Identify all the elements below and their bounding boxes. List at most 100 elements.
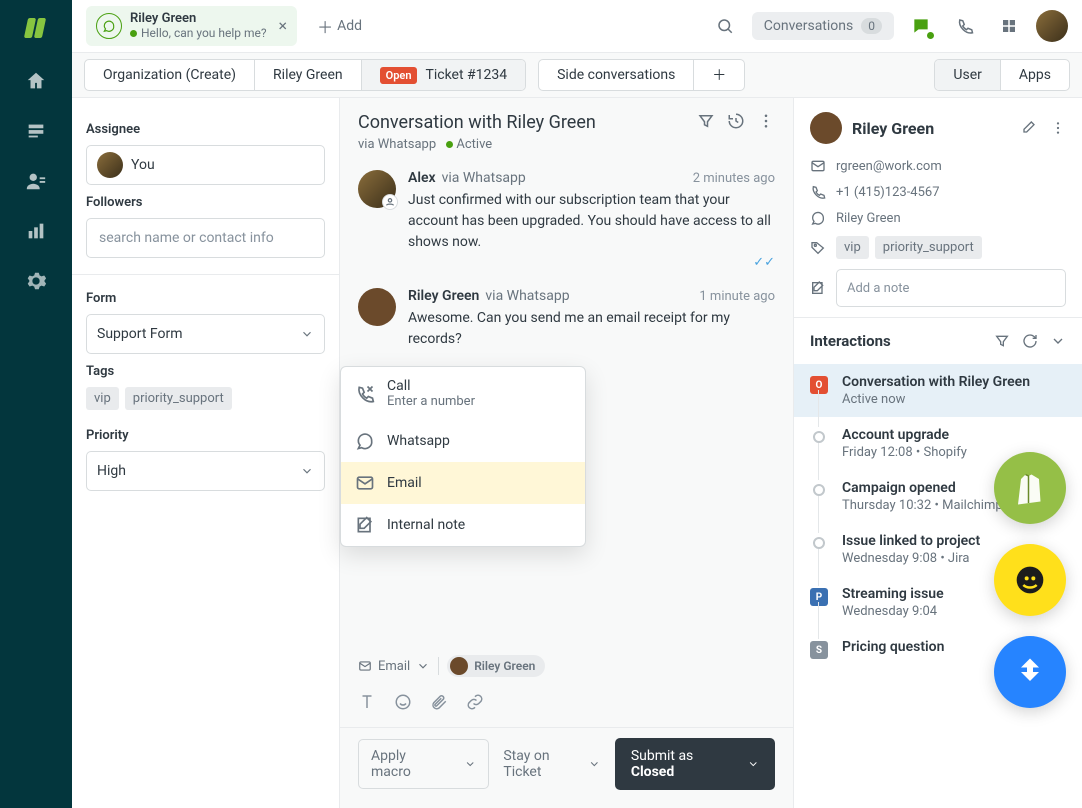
- agent-badge-icon: [382, 194, 398, 210]
- chat-icon[interactable]: [904, 9, 938, 43]
- customers-icon[interactable]: [25, 170, 47, 192]
- panel-tab-user[interactable]: User: [935, 60, 1000, 90]
- channel-call[interactable]: CallEnter a number: [341, 367, 585, 420]
- email-icon: [358, 659, 372, 673]
- conversations-button[interactable]: Conversations 0: [752, 12, 894, 40]
- status-open-icon: O: [810, 376, 828, 394]
- tab-user[interactable]: Riley Green: [255, 60, 362, 90]
- interactions-title: Interactions: [810, 332, 891, 350]
- contact-whatsapp-row[interactable]: Riley Green: [810, 210, 1066, 226]
- followers-input[interactable]: [97, 229, 314, 247]
- ticket-properties: Assignee You Followers Form Support Form…: [72, 98, 340, 808]
- close-icon[interactable]: ×: [279, 16, 288, 35]
- message-item: Riley Green via Whatsapp 1 minute ago Aw…: [358, 288, 775, 350]
- assignee-avatar: [97, 152, 123, 178]
- ticket-tabs: Organization (Create) Riley Green Open T…: [72, 53, 1082, 97]
- brand-logo: [24, 18, 48, 42]
- read-receipt-icon: ✓✓: [408, 255, 775, 270]
- link-icon[interactable]: [466, 693, 484, 711]
- assignee-field[interactable]: You: [86, 145, 325, 185]
- apps-grid-icon[interactable]: [992, 9, 1026, 43]
- chevron-down-icon: [300, 464, 314, 478]
- tag-item[interactable]: priority_support: [125, 387, 232, 410]
- message-author: Riley Green: [408, 288, 479, 304]
- phone-icon[interactable]: [948, 9, 982, 43]
- form-select[interactable]: Support Form: [86, 314, 325, 354]
- conversation-via: via Whatsapp: [358, 137, 436, 152]
- tag-item[interactable]: vip: [86, 387, 119, 410]
- reports-icon[interactable]: [25, 220, 47, 242]
- chevron-down-icon[interactable]: [1050, 333, 1066, 349]
- settings-icon[interactable]: [25, 270, 47, 292]
- topbar: Riley Green Hello, can you help me? × ＋A…: [72, 0, 1082, 53]
- attachment-icon[interactable]: [430, 693, 448, 711]
- text-format-icon[interactable]: [358, 693, 376, 711]
- emoji-icon[interactable]: [394, 693, 412, 711]
- jira-fab[interactable]: [994, 636, 1066, 708]
- conversation-panel: Conversation with Riley Green via Whatsa…: [340, 98, 794, 808]
- more-icon[interactable]: [757, 112, 775, 130]
- more-icon[interactable]: [1050, 120, 1066, 136]
- note-icon: [810, 280, 826, 296]
- channel-internal-note[interactable]: Internal note: [341, 504, 585, 546]
- refresh-icon[interactable]: [1022, 333, 1038, 349]
- tab-subtitle: Hello, can you help me?: [141, 27, 267, 41]
- submit-button[interactable]: Submit as Closed: [615, 738, 775, 790]
- form-label: Form: [86, 291, 325, 306]
- user-avatar[interactable]: [1036, 10, 1068, 42]
- contact-avatar: [810, 112, 842, 144]
- timeline-dot-icon: [813, 537, 825, 549]
- message-time: 2 minutes ago: [693, 171, 775, 186]
- add-tab-button[interactable]: ＋Add: [307, 8, 372, 44]
- tab-title: Riley Green: [130, 12, 267, 27]
- shopify-fab[interactable]: [994, 452, 1066, 524]
- contact-email-row[interactable]: rgreen@work.com: [810, 158, 1066, 174]
- add-side-conv[interactable]: ＋: [694, 60, 744, 90]
- search-icon[interactable]: [708, 9, 742, 43]
- chevron-down-icon: [588, 757, 601, 771]
- chevron-down-icon: [416, 659, 430, 673]
- add-note-input[interactable]: Add a note: [836, 269, 1066, 307]
- tag-item[interactable]: priority_support: [875, 236, 982, 259]
- mailchimp-fab[interactable]: [994, 544, 1066, 616]
- edit-icon[interactable]: [1020, 120, 1036, 136]
- whatsapp-icon: [96, 13, 122, 39]
- message-via: via Whatsapp: [485, 288, 569, 304]
- channel-menu: CallEnter a number Whatsapp Email I: [340, 366, 586, 547]
- tags-label: Tags: [86, 364, 325, 379]
- assignee-value: You: [131, 157, 155, 173]
- conversation-status: Active: [456, 137, 492, 152]
- conversation-title: Conversation with Riley Green: [358, 112, 596, 133]
- tab-organization[interactable]: Organization (Create): [85, 60, 255, 90]
- channel-email[interactable]: Email: [341, 462, 585, 504]
- message-via: via Whatsapp: [442, 170, 526, 186]
- panel-tab-apps[interactable]: Apps: [1001, 60, 1069, 90]
- history-icon[interactable]: [727, 112, 745, 130]
- stay-on-ticket[interactable]: Stay on Ticket: [503, 748, 600, 780]
- macro-select[interactable]: Apply macro: [358, 739, 489, 789]
- filter-icon[interactable]: [994, 333, 1010, 349]
- contact-phone-row[interactable]: +1 (415)123-4567: [810, 184, 1066, 200]
- tag-item[interactable]: vip: [836, 236, 869, 259]
- message-text: Awesome. Can you send me an email receip…: [408, 308, 775, 350]
- tab-ticket[interactable]: Open Ticket #1234: [362, 60, 525, 90]
- priority-select[interactable]: High: [86, 451, 325, 491]
- views-icon[interactable]: [25, 120, 47, 142]
- home-icon[interactable]: [25, 70, 47, 92]
- status-open-badge: Open: [380, 67, 418, 84]
- status-dot: [130, 30, 137, 37]
- tab-side-conversations[interactable]: Side conversations: [539, 60, 694, 90]
- channel-selector[interactable]: Email: [358, 659, 430, 674]
- filter-icon[interactable]: [697, 112, 715, 130]
- integration-fabs: [994, 452, 1066, 708]
- status-dot: [446, 141, 453, 148]
- active-tab[interactable]: Riley Green Hello, can you help me? ×: [86, 6, 297, 47]
- chevron-down-icon: [464, 757, 476, 771]
- interaction-item[interactable]: O Conversation with Riley GreenActive no…: [794, 364, 1082, 417]
- status-pending-icon: P: [810, 588, 828, 606]
- followers-field[interactable]: [86, 218, 325, 258]
- phone-icon: [810, 184, 826, 200]
- channel-whatsapp[interactable]: Whatsapp: [341, 420, 585, 462]
- recipient-avatar: [450, 657, 468, 675]
- recipient-chip[interactable]: Riley Green: [447, 655, 545, 677]
